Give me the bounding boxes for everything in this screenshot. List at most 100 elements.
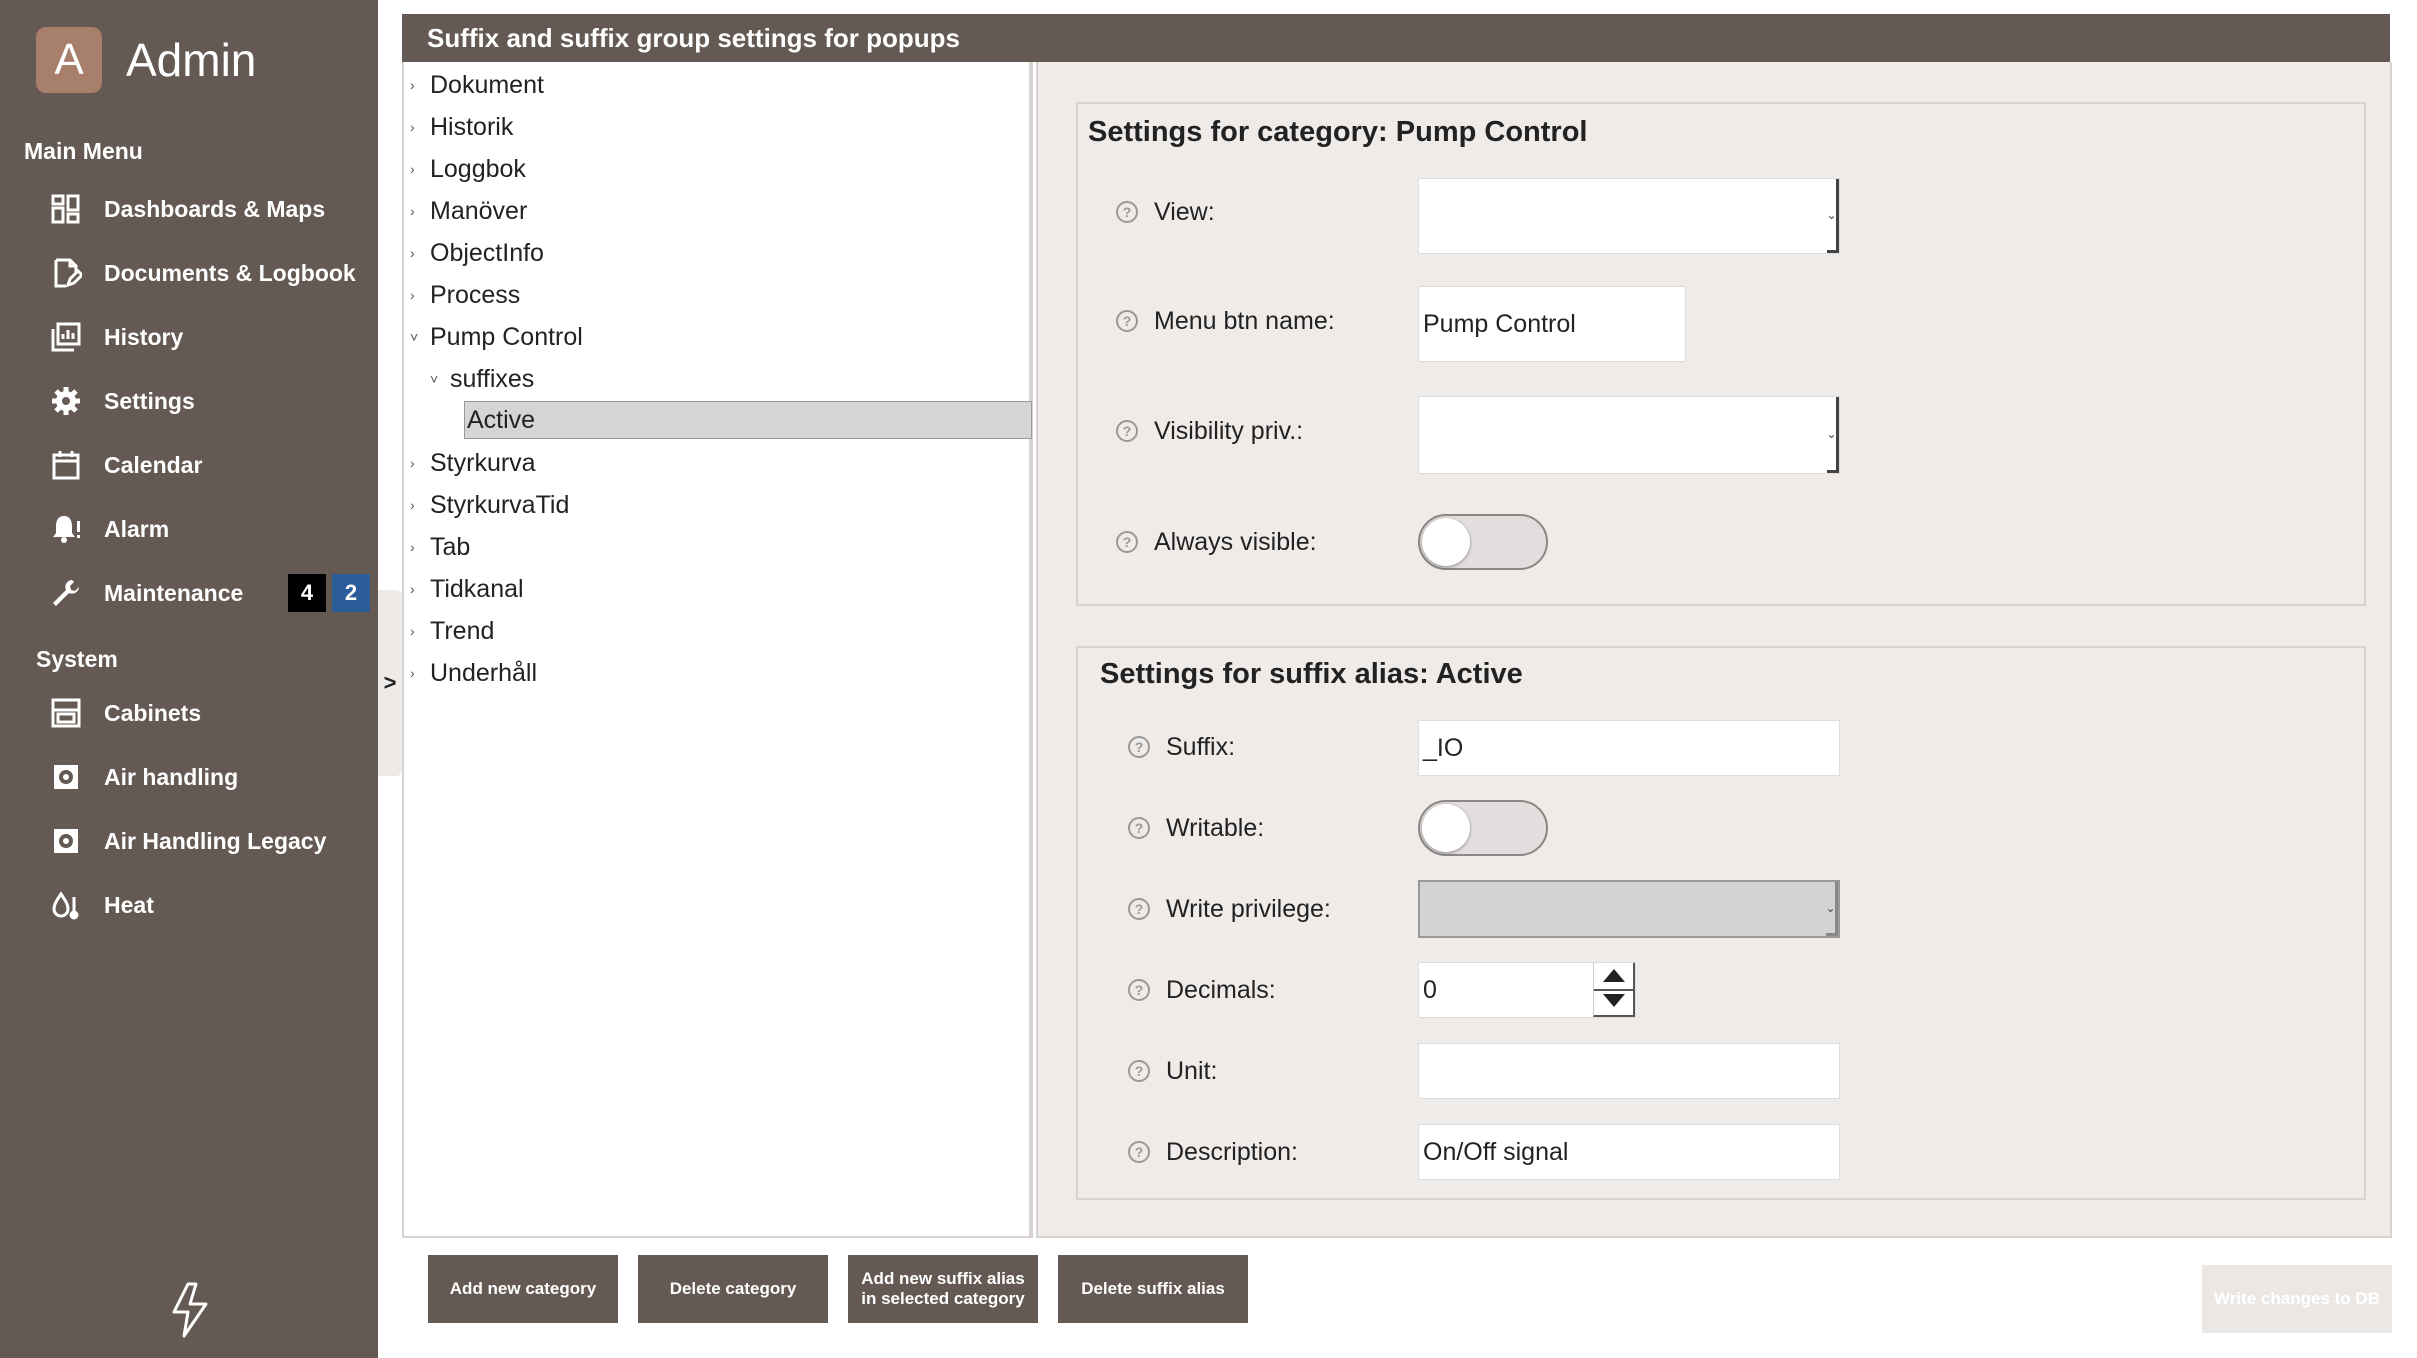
tree-item-styrkurvatid[interactable]: › StyrkurvaTid: [410, 486, 569, 524]
tree-item-manover[interactable]: › Manöver: [410, 192, 527, 230]
app-logo[interactable]: A Admin: [36, 27, 256, 93]
tree-item-label: StyrkurvaTid: [430, 490, 570, 519]
chevron-right-icon: ›: [410, 245, 415, 261]
help-icon[interactable]: ?: [1116, 310, 1138, 332]
add-category-button[interactable]: Add new category: [428, 1255, 618, 1323]
sidebar-item-settings[interactable]: Settings: [48, 376, 368, 426]
tree-item-tab[interactable]: › Tab: [410, 528, 470, 566]
help-icon[interactable]: ?: [1128, 736, 1150, 758]
decimals-label: Decimals:: [1166, 975, 1276, 1004]
tree-item-historik[interactable]: › Historik: [410, 108, 513, 146]
tree-item-styrkurva[interactable]: › Styrkurva: [410, 444, 536, 482]
unit-input[interactable]: [1418, 1043, 1840, 1099]
tree-item-label: Underhåll: [430, 658, 538, 687]
tree-item-trend[interactable]: › Trend: [410, 612, 494, 650]
tree-item-label: Process: [430, 280, 521, 309]
tree-item-loggbok[interactable]: › Loggbok: [410, 150, 526, 188]
chevron-right-icon: ›: [410, 77, 415, 93]
tree-item-label: Manöver: [430, 196, 528, 225]
delete-suffix-alias-button[interactable]: Delete suffix alias: [1058, 1255, 1248, 1323]
settings-area: Settings for category: Pump Control ? Vi…: [1036, 62, 2392, 1238]
chevron-right-icon: ›: [410, 161, 415, 177]
chevron-right-icon: ›: [410, 581, 415, 597]
tree-item-label: Dokument: [430, 70, 544, 99]
chevron-right-icon: ›: [410, 287, 415, 303]
suffix-input[interactable]: _IO: [1418, 720, 1840, 776]
sidebar-item-air-handling[interactable]: Air handling: [48, 752, 368, 802]
bell-alert-icon: [48, 511, 84, 547]
sidebar: A Admin Main Menu Dashboards & Maps Docu…: [0, 0, 378, 1358]
view-label: View:: [1154, 197, 1215, 226]
logo-badge: A: [36, 27, 102, 93]
help-icon[interactable]: ?: [1128, 1141, 1150, 1163]
delete-category-button[interactable]: Delete category: [638, 1255, 828, 1323]
chevron-right-icon: ›: [410, 665, 415, 681]
toggle-knob: [1422, 804, 1470, 852]
write-privilege-row: ? Write privilege:: [1128, 884, 1331, 934]
panel-title: Suffix and suffix group settings for pop…: [402, 14, 2390, 62]
main-menu-heading: Main Menu: [24, 138, 143, 164]
sidebar-item-history[interactable]: History: [48, 312, 368, 362]
sidebar-item-label: Dashboards & Maps: [104, 195, 326, 222]
chevron-down-icon: ˅: [430, 371, 439, 387]
dashboard-icon: [48, 191, 84, 227]
tree-item-active[interactable]: Active: [464, 401, 1032, 439]
description-input[interactable]: On/Off signal: [1418, 1124, 1840, 1180]
sidebar-item-documents-logbook[interactable]: Documents & Logbook: [48, 248, 368, 298]
always-visible-toggle[interactable]: [1418, 514, 1548, 570]
system-heading: System: [36, 646, 118, 672]
suffix-label: Suffix:: [1166, 732, 1236, 761]
sidebar-item-calendar[interactable]: Calendar: [48, 440, 368, 490]
tree-item-underhall[interactable]: › Underhåll: [410, 654, 537, 692]
writable-toggle[interactable]: [1418, 800, 1548, 856]
decimals-value: 0: [1423, 975, 1437, 1004]
tree-item-pump-control[interactable]: ˅ Pump Control: [410, 318, 583, 356]
calendar-icon: [48, 447, 84, 483]
unit-row: ? Unit:: [1128, 1046, 1217, 1096]
sidebar-item-heat[interactable]: Heat: [48, 880, 368, 930]
view-select[interactable]: ⌄: [1418, 178, 1840, 254]
toggle-knob: [1422, 518, 1470, 566]
tree-item-label: Styrkurva: [430, 448, 536, 477]
sidebar-item-label: Maintenance: [104, 579, 244, 606]
chevron-right-icon: ›: [410, 497, 415, 513]
menu-btn-label: Menu btn name:: [1154, 306, 1335, 335]
app-root: A Admin Main Menu Dashboards & Maps Docu…: [0, 0, 2417, 1358]
add-suffix-alias-button[interactable]: Add new suffix alias in selected categor…: [848, 1255, 1038, 1323]
sidebar-item-label: Alarm: [104, 515, 170, 542]
sidebar-item-cabinets[interactable]: Cabinets: [48, 688, 368, 738]
help-icon[interactable]: ?: [1116, 201, 1138, 223]
sidebar-collapse-toggle[interactable]: >: [378, 590, 402, 776]
sidebar-item-label: Calendar: [104, 451, 203, 478]
menu-btn-name-input[interactable]: Pump Control: [1418, 286, 1686, 362]
stepper-divider: [1594, 989, 1633, 991]
sidebar-item-dashboards-maps[interactable]: Dashboards & Maps: [48, 184, 368, 234]
visibility-priv-select[interactable]: ⌄: [1418, 396, 1840, 474]
tree-item-objectinfo[interactable]: › ObjectInfo: [410, 234, 544, 272]
help-icon[interactable]: ?: [1128, 898, 1150, 920]
decimals-stepper[interactable]: 0: [1418, 962, 1636, 1018]
stepper-buttons[interactable]: [1593, 963, 1635, 1017]
help-icon[interactable]: ?: [1116, 531, 1138, 553]
help-icon[interactable]: ?: [1128, 979, 1150, 1001]
arrow-up-icon[interactable]: [1603, 969, 1625, 982]
sidebar-item-maintenance[interactable]: Maintenance 4 2: [48, 568, 370, 618]
tree-item-dokument[interactable]: › Dokument: [410, 66, 544, 104]
arrow-down-icon[interactable]: [1603, 994, 1625, 1007]
tree-item-label: Pump Control: [430, 322, 583, 351]
help-icon[interactable]: ?: [1128, 817, 1150, 839]
help-icon[interactable]: ?: [1128, 1060, 1150, 1082]
writable-row: ? Writable:: [1128, 803, 1264, 853]
air-handling-icon: [48, 823, 84, 859]
write-privilege-label: Write privilege:: [1166, 894, 1331, 923]
writable-label: Writable:: [1166, 813, 1265, 842]
tree-item-suffixes[interactable]: ˅ suffixes: [430, 360, 534, 398]
write-changes-button[interactable]: Write changes to DB: [2202, 1265, 2392, 1333]
tree-item-tidkanal[interactable]: › Tidkanal: [410, 570, 524, 608]
sidebar-item-alarm[interactable]: Alarm: [48, 504, 368, 554]
tree-item-process[interactable]: › Process: [410, 276, 520, 314]
sidebar-item-air-handling-legacy[interactable]: Air Handling Legacy: [48, 816, 368, 866]
lightning-icon[interactable]: [168, 1282, 212, 1338]
visibility-row: ? Visibility priv.:: [1116, 406, 1303, 456]
help-icon[interactable]: ?: [1116, 420, 1138, 442]
